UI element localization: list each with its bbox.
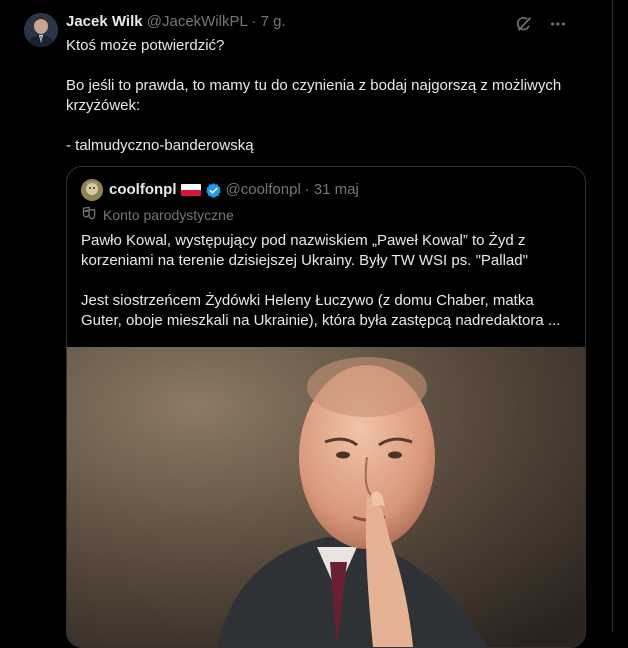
grok-icon[interactable] xyxy=(514,14,534,34)
separator-dot: · xyxy=(304,181,310,198)
separator-dot: · xyxy=(251,13,257,30)
quoted-paragraph: Pawło Kowal, występujący pod nazwiskiem … xyxy=(81,232,528,269)
quoted-header: coolfonpl @coolfonpl · 31 maj xyxy=(81,179,359,201)
tweet-line: Ktoś może potwierdzić? xyxy=(66,37,225,54)
more-icon[interactable] xyxy=(548,14,568,34)
quoted-text: Pawło Kowal, występujący pod nazwiskiem … xyxy=(81,231,571,331)
quoted-timestamp[interactable]: 31 maj xyxy=(314,180,359,200)
tweet-line: - talmudyczno-banderowską xyxy=(66,137,254,154)
quoted-author-handle[interactable]: @coolfonpl xyxy=(226,180,301,200)
parody-label-text: Konto parodystyczne xyxy=(103,206,234,223)
quoted-avatar[interactable] xyxy=(81,179,103,201)
author-name[interactable]: Jacek Wilk xyxy=(66,13,143,30)
avatar[interactable] xyxy=(24,13,58,47)
quoted-media-image[interactable] xyxy=(67,347,585,647)
poland-flag-icon xyxy=(180,184,201,196)
tweet-header: Jacek Wilk @JacekWilkPL · 7 g. xyxy=(66,12,286,32)
tweet-timestamp[interactable]: 7 g. xyxy=(261,13,286,30)
tweet-line: Bo jeśli to prawda, to mamy tu do czynie… xyxy=(66,77,562,114)
parody-mask-icon xyxy=(81,205,97,224)
quoted-author-name[interactable]: coolfonpl xyxy=(109,180,177,200)
author-handle[interactable]: @JacekWilkPL xyxy=(147,13,248,30)
tweet-actions-top xyxy=(514,14,568,34)
parody-label: Konto parodystyczne xyxy=(81,205,234,224)
tweet-container: Jacek Wilk @JacekWilkPL · 7 g. Ktoś może… xyxy=(0,0,613,648)
verified-badge-icon xyxy=(205,182,222,199)
quoted-paragraph: Jest siostrzeńcem Żydówki Heleny Łuczywo… xyxy=(81,292,561,329)
tweet-text: Ktoś może potwierdzić? Bo jeśli to prawd… xyxy=(66,36,586,156)
quoted-tweet[interactable]: coolfonpl @coolfonpl · 31 maj Konto paro… xyxy=(66,166,586,648)
